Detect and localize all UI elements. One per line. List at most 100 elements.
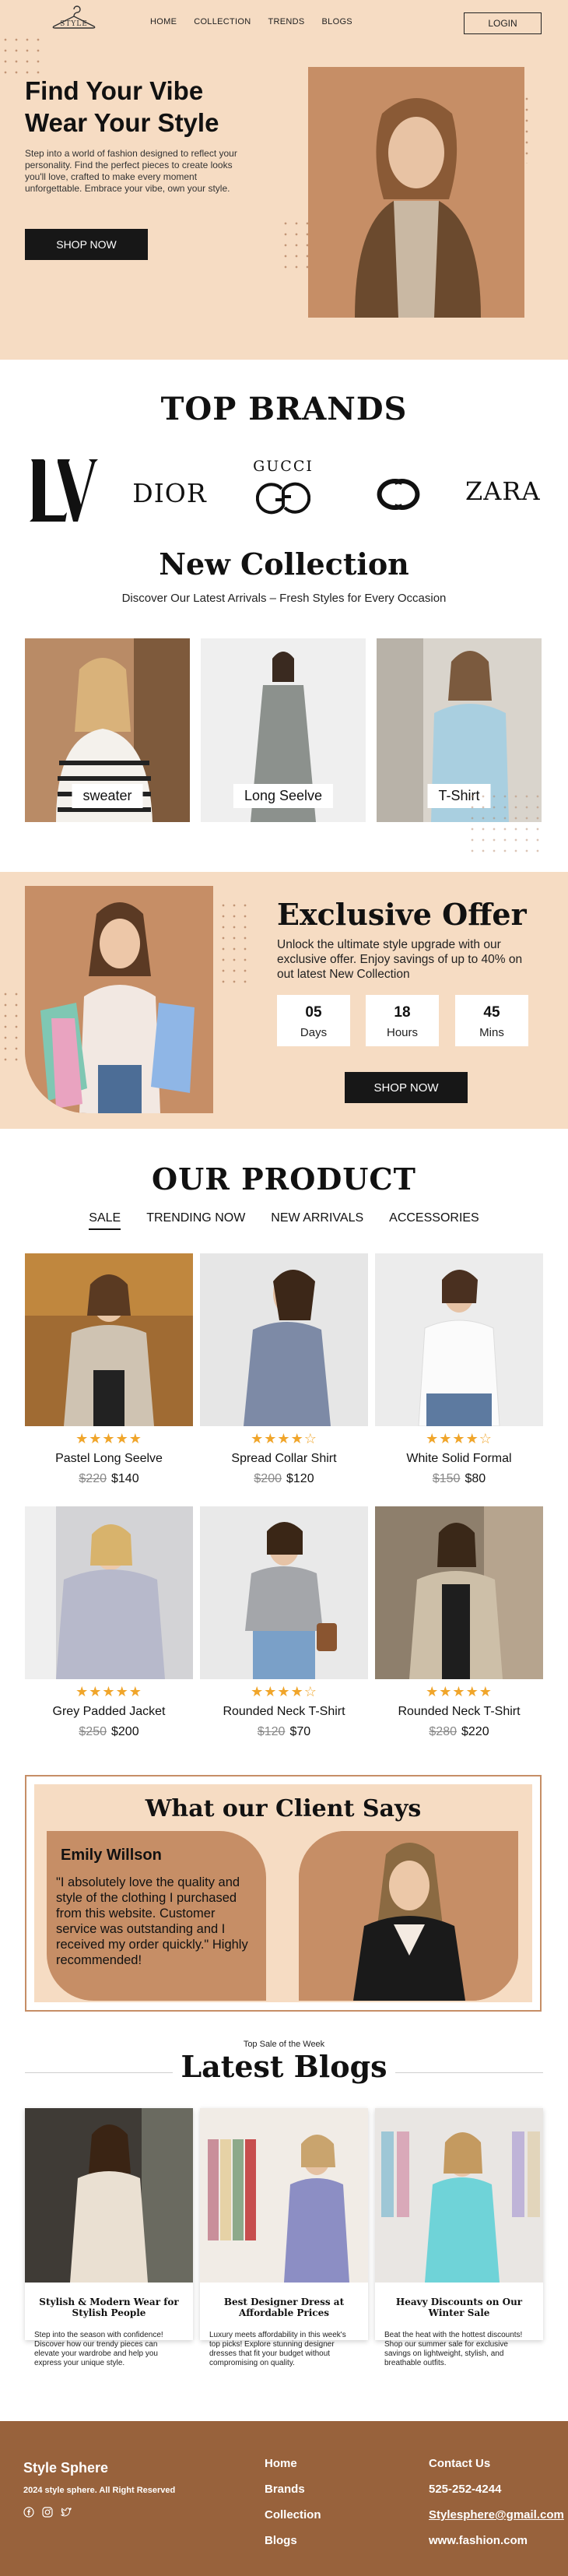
main-nav: HOME COLLECTION TRENDS BLOGS xyxy=(150,17,352,26)
countdown-days: 05 Days xyxy=(277,995,350,1046)
product-name: White Solid Formal xyxy=(406,1452,512,1465)
brand-lv-logo[interactable]: LV xyxy=(26,456,98,525)
rating-stars: ★★★★☆ xyxy=(251,1431,317,1446)
tab-new-arrivals[interactable]: NEW ARRIVALS xyxy=(271,1211,363,1230)
hero-title: Find Your Vibe Wear Your Style xyxy=(25,75,219,139)
old-price: $250 xyxy=(79,1725,107,1738)
collection-card-long-sleeve[interactable]: Long Seelve xyxy=(201,638,366,822)
decor-dots xyxy=(218,900,249,986)
brand-zara-logo[interactable]: ZARA xyxy=(465,476,540,506)
sale-price: $70 xyxy=(289,1725,311,1738)
blog-description: Beat the heat with the hottest discounts… xyxy=(384,2331,523,2367)
product-image xyxy=(375,1253,543,1426)
product-name: Grey Padded Jacket xyxy=(52,1705,166,1718)
testimonial-quote: "I absolutely love the quality and style… xyxy=(56,1875,248,1967)
footer-link-brands[interactable]: Brands xyxy=(265,2483,321,2496)
contact-website[interactable]: www.fashion.com xyxy=(429,2534,564,2547)
product-name: Spread Collar Shirt xyxy=(231,1452,337,1465)
blog-image xyxy=(375,2108,543,2283)
footer-link-collection[interactable]: Collection xyxy=(265,2508,321,2522)
product-price: $150 $80 xyxy=(375,1472,543,1486)
blog-card[interactable]: Heavy Discounts on Our Winter Sale Beat … xyxy=(375,2108,543,2367)
offer-title: Exclusive Offer xyxy=(277,897,527,932)
offer-description: Unlock the ultimate style upgrade with o… xyxy=(277,938,523,981)
collection-card-sweater[interactable]: sweater xyxy=(25,638,190,822)
product-image xyxy=(25,1253,193,1426)
site-footer: Style Sphere 2024 style sphere. All Righ… xyxy=(0,2421,568,2576)
product-card[interactable]: ★★★★☆ Rounded Neck T-Shirt $120 $70 xyxy=(200,1506,368,1739)
footer-brand: Style Sphere xyxy=(23,2460,109,2476)
countdown-days-value: 05 xyxy=(305,1004,322,1021)
blog-title: Best Designer Dress at Affordable Prices xyxy=(223,2297,345,2318)
testimonial-photo xyxy=(299,1831,518,2001)
chanel-cc-icon xyxy=(377,479,420,510)
rating-stars: ★★★★☆ xyxy=(426,1431,493,1446)
hero-model-image xyxy=(308,67,524,318)
collection-subtitle: Discover Our Latest Arrivals – Fresh Sty… xyxy=(121,592,447,605)
blog-card[interactable]: Best Designer Dress at Affordable Prices… xyxy=(200,2108,368,2367)
contact-email[interactable]: Stylesphere@gmail.com xyxy=(429,2508,564,2522)
product-image xyxy=(200,1253,368,1426)
product-price: $200 $120 xyxy=(200,1472,368,1486)
product-price: $220 $140 xyxy=(25,1472,193,1486)
blog-image xyxy=(25,2108,193,2283)
decor-dots xyxy=(0,34,47,78)
hero-image-frame xyxy=(308,67,524,318)
offer-shop-now-button[interactable]: SHOP NOW xyxy=(345,1072,468,1103)
footer-link-blogs[interactable]: Blogs xyxy=(265,2534,321,2547)
countdown-mins-label: Mins xyxy=(479,1026,504,1039)
logo-text: STYLE xyxy=(60,20,88,28)
product-image xyxy=(200,1506,368,1679)
footer-link-home[interactable]: Home xyxy=(265,2457,321,2470)
product-card[interactable]: ★★★★☆ Spread Collar Shirt $200 $120 xyxy=(200,1253,368,1486)
hero-section: STYLE HOME COLLECTION TRENDS BLOGS LOGIN… xyxy=(0,0,568,360)
tab-trending-now[interactable]: TRENDING NOW xyxy=(146,1211,245,1230)
twitter-icon[interactable] xyxy=(61,2507,72,2518)
tab-accessories[interactable]: ACCESSORIES xyxy=(389,1211,479,1230)
product-card[interactable]: ★★★★★ Grey Padded Jacket $250 $200 xyxy=(25,1506,193,1739)
login-button[interactable]: LOGIN xyxy=(464,12,542,34)
gucci-gg-icon xyxy=(255,482,311,515)
tab-sale[interactable]: SALE xyxy=(89,1211,121,1230)
rating-stars: ★★★★★ xyxy=(426,1684,493,1699)
brand-chanel-logo[interactable]: CC xyxy=(370,475,426,518)
brand-dior-logo[interactable]: DIOR xyxy=(129,478,210,508)
facebook-icon[interactable] xyxy=(23,2507,34,2518)
offer-model-image xyxy=(25,886,213,1113)
product-card[interactable]: ★★★★★ Rounded Neck T-Shirt $280 $220 xyxy=(375,1506,543,1739)
nav-home[interactable]: HOME xyxy=(150,17,177,26)
rating-stars: ★★★★★ xyxy=(75,1684,142,1699)
nav-blogs[interactable]: BLOGS xyxy=(322,17,352,26)
testimonial-name: Emily Willson xyxy=(61,1847,162,1864)
product-name: Rounded Neck T-Shirt xyxy=(223,1705,345,1718)
instagram-icon[interactable] xyxy=(42,2507,53,2518)
sale-price: $80 xyxy=(465,1472,486,1485)
countdown-mins: 45 Mins xyxy=(455,995,528,1046)
hero-description: Step into a world of fashion designed to… xyxy=(25,148,237,194)
nav-trends[interactable]: TRENDS xyxy=(268,17,305,26)
site-logo[interactable]: STYLE xyxy=(47,5,101,29)
our-product-title: OUR PRODUCT xyxy=(152,1161,416,1197)
product-image xyxy=(25,1506,193,1679)
testimonial-card: Emily Willson "I absolutely love the qua… xyxy=(47,1831,266,2001)
collection-label: sweater xyxy=(72,784,143,808)
nav-collection[interactable]: COLLECTION xyxy=(194,17,251,26)
hero-shop-now-button[interactable]: SHOP NOW xyxy=(25,229,148,260)
sale-price: $200 xyxy=(111,1725,139,1738)
latest-blogs-title: Latest Blogs xyxy=(181,2049,387,2084)
collection-label: Long Seelve xyxy=(233,784,334,808)
brand-gucci-logo[interactable]: GUCCI xyxy=(251,458,316,522)
testimonial-title: What our Client Says xyxy=(145,1795,422,1822)
decor-dots xyxy=(467,791,545,853)
product-card[interactable]: ★★★★☆ White Solid Formal $150 $80 xyxy=(375,1253,543,1486)
old-price: $220 xyxy=(79,1472,107,1485)
product-card[interactable]: ★★★★★ Pastel Long Seelve $220 $140 xyxy=(25,1253,193,1486)
product-name: Pastel Long Seelve xyxy=(55,1452,163,1465)
collection-title: New Collection xyxy=(159,546,409,582)
product-tabs: SALE TRENDING NOW NEW ARRIVALS ACCESSORI… xyxy=(0,1211,568,1230)
blog-description: Step into the season with confidence! Di… xyxy=(34,2331,163,2367)
blog-card[interactable]: Stylish & Modern Wear for Stylish People… xyxy=(25,2108,193,2367)
offer-image-frame xyxy=(25,886,213,1113)
footer-links: Home Brands Collection Blogs xyxy=(265,2457,321,2560)
contact-phone[interactable]: 525-252-4244 xyxy=(429,2483,564,2496)
